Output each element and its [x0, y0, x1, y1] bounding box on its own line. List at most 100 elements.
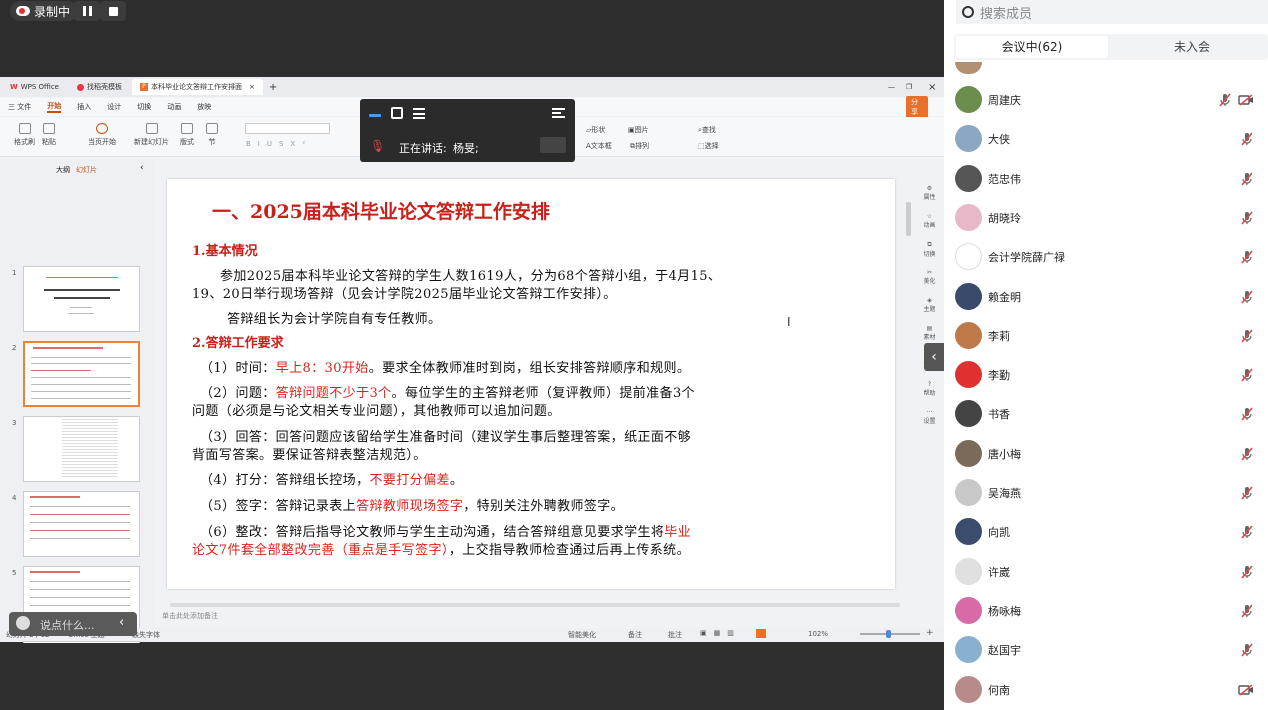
member-row[interactable]: 胡晓玲	[944, 198, 1268, 237]
stop-recording-button[interactable]	[100, 1, 126, 21]
sidebar-transition[interactable]: ⧉ 切换	[915, 241, 944, 258]
play-current-button[interactable]: 当页开始	[88, 123, 116, 147]
emoji-icon[interactable]	[16, 616, 30, 630]
slideshow-icon[interactable]	[756, 629, 766, 638]
member-row[interactable]: 周建庆	[944, 80, 1268, 119]
recording-indicator[interactable]: 录制中	[10, 1, 79, 21]
mic-muted-icon[interactable]	[1240, 172, 1254, 186]
member-row[interactable]: 唐小梅	[944, 434, 1268, 473]
picture-button[interactable]: ▣图片	[628, 125, 649, 135]
tab-in-meeting[interactable]: 会议中(62)	[956, 36, 1108, 58]
member-row[interactable]: 向凯	[944, 512, 1268, 551]
menu-design[interactable]: 设计	[107, 102, 121, 112]
slide-thumbnail-3[interactable]	[23, 416, 140, 482]
menu-file[interactable]: 三 文件	[8, 102, 31, 112]
find-button[interactable]: ⌕查找	[698, 125, 716, 135]
mic-muted-icon[interactable]	[1240, 368, 1254, 382]
minimize-icon[interactable]	[369, 114, 381, 117]
member-search-input[interactable]: 搜索成员	[956, 0, 1268, 24]
vertical-scrollbar[interactable]	[906, 202, 911, 236]
window-minimize-icon[interactable]: —	[888, 83, 895, 91]
window-restore-icon[interactable]: ❐	[906, 83, 912, 91]
collapse-panel-icon[interactable]: ‹	[140, 163, 144, 173]
window-close-icon[interactable]: ×	[928, 82, 936, 93]
outline-tab[interactable]: 大纲	[56, 165, 70, 175]
layout-icon[interactable]	[413, 108, 425, 119]
arrange-button[interactable]: ⧉排列	[630, 141, 649, 151]
sidebar-properties[interactable]: ⚙ 属性	[915, 185, 944, 201]
zoom-in-icon[interactable]: +	[926, 628, 934, 638]
slide-thumbnail-1[interactable]	[23, 266, 140, 332]
pause-recording-button[interactable]	[74, 1, 100, 21]
mic-muted-icon[interactable]	[1240, 250, 1254, 264]
member-row[interactable]: 范忠伟	[944, 159, 1268, 198]
shape-button[interactable]: ▱形状	[586, 125, 605, 135]
member-row[interactable]: 杨咏梅	[944, 591, 1268, 630]
slide-thumbnail-2[interactable]	[23, 341, 140, 407]
mic-muted-icon[interactable]	[1240, 132, 1254, 146]
mic-muted-icon[interactable]	[1240, 407, 1254, 421]
mic-muted-icon[interactable]	[1240, 211, 1254, 225]
window-icon[interactable]	[391, 107, 403, 119]
view-mode-icons[interactable]: ▣▦▥	[700, 629, 741, 637]
mic-muted-icon[interactable]	[1240, 604, 1254, 618]
tab-document[interactable]: P 本科毕业论文答辩工作安排面 ×	[131, 79, 263, 95]
new-tab-icon[interactable]: +	[269, 82, 277, 93]
tab-template[interactable]: 找稻壳模板	[69, 79, 130, 95]
layout-button[interactable]: 版式	[180, 123, 194, 147]
sidebar-animation[interactable]: ☆ 动画	[915, 213, 944, 229]
horizontal-scrollbar[interactable]	[170, 603, 900, 607]
share-button[interactable]: 分享	[906, 96, 928, 118]
member-row[interactable]: 大侠	[944, 119, 1268, 158]
mic-muted-icon[interactable]	[1218, 93, 1232, 107]
chat-input[interactable]: 说点什么... ‹	[9, 612, 137, 636]
format-painter-button[interactable]: 格式刷	[14, 123, 35, 147]
member-row[interactable]: 赵国宇	[944, 630, 1268, 669]
sidebar-theme[interactable]: ◈ 主题	[915, 297, 944, 313]
slide-thumbnail-4[interactable]	[23, 491, 140, 557]
notes-placeholder[interactable]: 单击此处添加备注	[162, 611, 218, 621]
member-row[interactable]: 书香	[944, 394, 1268, 433]
mic-muted-icon[interactable]	[1240, 447, 1254, 461]
member-row[interactable]: 吴海燕	[944, 473, 1268, 512]
sidebar-materials[interactable]: ▤ 素材	[915, 325, 944, 341]
mic-muted-icon[interactable]	[1240, 329, 1254, 343]
menu-icon[interactable]	[552, 108, 565, 118]
close-tab-icon[interactable]: ×	[249, 83, 255, 91]
member-row[interactable]: 许崴	[944, 552, 1268, 591]
font-name-select[interactable]	[245, 123, 330, 134]
mic-muted-icon[interactable]	[1240, 525, 1254, 539]
expand-panel-button[interactable]: ‹	[924, 343, 944, 371]
font-style-buttons[interactable]: BIUSX²	[246, 140, 312, 148]
menu-transition[interactable]: 切换	[137, 102, 151, 112]
slide-canvas[interactable]: 一、2025届本科毕业论文答辩工作安排 1.基本情况 参加2025届本科毕业论文…	[167, 179, 895, 589]
zoom-level[interactable]: 102%	[808, 630, 828, 638]
member-row[interactable]: 李莉	[944, 316, 1268, 355]
sidebar-settings[interactable]: ··· 设置	[915, 409, 944, 425]
zoom-thumb[interactable]	[886, 630, 891, 638]
member-row[interactable]: 李勤	[944, 355, 1268, 394]
menu-slideshow[interactable]: 放映	[197, 102, 211, 112]
mic-muted-icon[interactable]	[1240, 565, 1254, 579]
sidebar-help[interactable]: ? 帮助	[915, 381, 944, 397]
menu-home[interactable]: 开始	[47, 101, 62, 113]
sidebar-beautify[interactable]: ✂ 美化	[915, 269, 944, 285]
member-row[interactable]: 会计学院薛广禄	[944, 237, 1268, 276]
section-button[interactable]: 节	[206, 123, 218, 147]
menu-animation[interactable]: 动画	[167, 102, 181, 112]
select-button[interactable]: ⬚选择	[698, 141, 719, 151]
tab-wps-office[interactable]: W WPS Office	[2, 79, 67, 95]
smart-beautify-button[interactable]: 智能美化	[568, 630, 596, 640]
member-row[interactable]: 何南	[944, 670, 1268, 709]
menu-insert[interactable]: 插入	[77, 102, 91, 112]
mic-muted-icon[interactable]	[1240, 289, 1254, 304]
member-row[interactable]: 赖金明	[944, 277, 1268, 316]
chevron-left-icon[interactable]: ‹	[119, 615, 124, 630]
notes-toggle[interactable]: 备注	[628, 630, 642, 640]
mic-muted-icon[interactable]	[1240, 643, 1254, 657]
tab-not-joined[interactable]: 未入会	[1118, 36, 1266, 58]
slides-tab[interactable]: 幻灯片	[76, 165, 97, 175]
textbox-button[interactable]: A文本框	[586, 141, 612, 151]
paste-button[interactable]: 粘贴	[42, 123, 56, 147]
meeting-float-panel[interactable]: 🎙 正在讲话: 杨旻;	[360, 99, 575, 162]
